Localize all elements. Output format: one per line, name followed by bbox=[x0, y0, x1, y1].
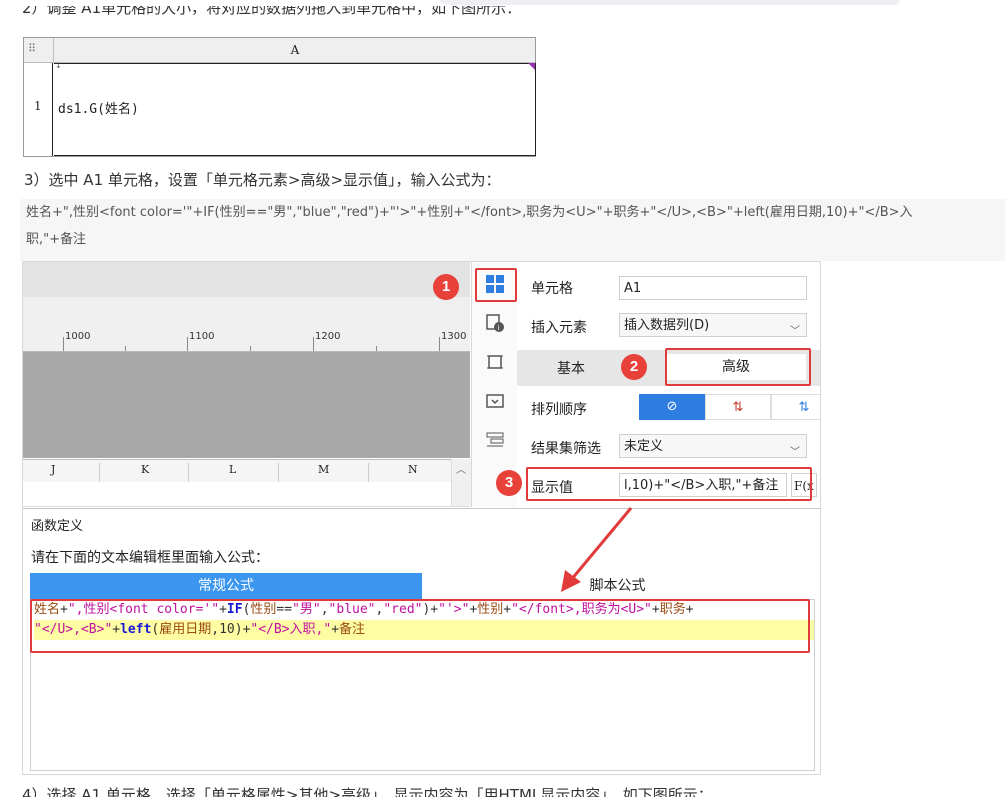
grid-row[interactable] bbox=[23, 482, 470, 507]
column-header-l[interactable]: L bbox=[229, 463, 236, 476]
ruler-tick bbox=[313, 337, 314, 351]
formula-line-1: 姓名+",性别<font color='"+IF(性别=="男","blue",… bbox=[26, 205, 913, 220]
ruler-tick bbox=[439, 337, 440, 351]
result-filter-value: 未定义 bbox=[624, 439, 664, 454]
dropdown-widget-icon[interactable] bbox=[485, 391, 505, 411]
ruler-tick bbox=[125, 346, 126, 351]
left-panel-top bbox=[23, 262, 470, 297]
annotation-box-formula bbox=[30, 599, 810, 653]
result-filter-label: 结果集筛选 bbox=[531, 441, 601, 457]
ruler-tick bbox=[250, 346, 251, 351]
annotation-box-3 bbox=[526, 467, 812, 501]
list-icon[interactable] bbox=[485, 430, 505, 450]
column-header-n[interactable]: N bbox=[408, 463, 418, 476]
vertical-scrollbar[interactable]: ︿ bbox=[451, 459, 471, 506]
sort-none-button[interactable]: ⊘ bbox=[639, 394, 705, 420]
dialog-title: 函数定义 bbox=[31, 519, 84, 534]
sort-ascending-button[interactable]: ⇅ bbox=[705, 394, 771, 420]
ruler: 1000 1100 1200 1300 bbox=[23, 329, 470, 352]
sheet-screenshot: ⠿ A 1 ↓ ds1.G(姓名) bbox=[23, 37, 536, 157]
annotation-arrow-icon bbox=[561, 507, 633, 592]
designer-screenshot: 1000 1100 1200 1300 J K L M N ︿ i 单元格 A1… bbox=[23, 262, 820, 774]
column-header-a[interactable]: A bbox=[53, 38, 536, 62]
column-header-row: ⠿ A bbox=[24, 38, 535, 63]
select-all-grip-icon[interactable]: ⠿ bbox=[28, 42, 36, 55]
tab-normal-formula[interactable]: 常规公式 bbox=[30, 573, 422, 599]
column-header-k[interactable]: K bbox=[141, 463, 149, 476]
dialog-prompt: 请在下面的文本编辑框里面输入公式： bbox=[31, 550, 269, 566]
step3-text: 3）选中 A1 单元格，设置「单元格元素>高级>显示值」，输入公式为： bbox=[24, 171, 501, 189]
insert-element-select[interactable]: 插入数据列(D) ﹀ bbox=[619, 313, 807, 337]
formula-code-block: 姓名+",性别<font color='"+IF(性别=="男","blue",… bbox=[20, 199, 1005, 261]
annotation-badge-1: 1 bbox=[433, 274, 459, 300]
ruler-label: 1100 bbox=[189, 331, 215, 342]
grid-column-header: J K L M N bbox=[23, 459, 470, 507]
left-panel-bar bbox=[23, 297, 470, 329]
ruler-label: 1300 bbox=[441, 331, 467, 342]
insert-element-label: 插入元素 bbox=[531, 320, 587, 336]
sort-descending-button[interactable]: ⇅ bbox=[771, 394, 820, 420]
chevron-down-icon: ﹀ bbox=[790, 326, 800, 337]
formula-line-2: 职,"+备注 bbox=[26, 232, 87, 247]
chevron-down-icon: ﹀ bbox=[790, 447, 800, 458]
svg-text:i: i bbox=[498, 324, 500, 332]
step4-text: 4）选择 A1 单元格，选择「单元格属性>其他>高级」，显示内容为「用HTML显… bbox=[22, 786, 713, 797]
cell-attribute-icon[interactable]: i bbox=[485, 313, 505, 333]
column-header-j[interactable]: J bbox=[51, 463, 55, 476]
ruler-tick bbox=[187, 337, 188, 351]
search-bar-edge bbox=[440, 0, 900, 5]
cell-expand-marker-icon: ↓ bbox=[55, 61, 62, 70]
cell-a1-value: ds1.G(姓名) bbox=[58, 102, 139, 117]
sort-order-label: 排列顺序 bbox=[531, 402, 587, 418]
annotation-badge-2: 2 bbox=[621, 354, 647, 380]
column-header-m[interactable]: M bbox=[318, 463, 329, 476]
ruler-tick bbox=[376, 346, 377, 351]
ruler-label: 1200 bbox=[315, 331, 341, 342]
cell-name-input[interactable]: A1 bbox=[619, 276, 807, 300]
annotation-box-2 bbox=[665, 348, 811, 386]
result-filter-select[interactable]: 未定义 ﹀ bbox=[619, 434, 807, 458]
ruler-label: 1000 bbox=[65, 331, 91, 342]
annotation-badge-3: 3 bbox=[496, 470, 522, 496]
widget-icon[interactable] bbox=[485, 352, 505, 372]
scroll-up-icon[interactable]: ︿ bbox=[456, 461, 466, 476]
step2-text: 2）调整 A1单元格的大小，将对应的数据列拖入到单元格中，如下图所示： bbox=[22, 6, 522, 17]
tab-basic[interactable]: 基本 bbox=[557, 358, 585, 378]
report-canvas[interactable] bbox=[23, 352, 470, 458]
insert-element-value: 插入数据列(D) bbox=[624, 318, 710, 333]
row-number-1[interactable]: 1 bbox=[34, 99, 42, 113]
cell-label: 单元格 bbox=[531, 281, 573, 297]
annotation-box-1 bbox=[475, 268, 517, 302]
cell-corner-marker bbox=[528, 63, 535, 70]
ruler-tick bbox=[63, 337, 64, 351]
